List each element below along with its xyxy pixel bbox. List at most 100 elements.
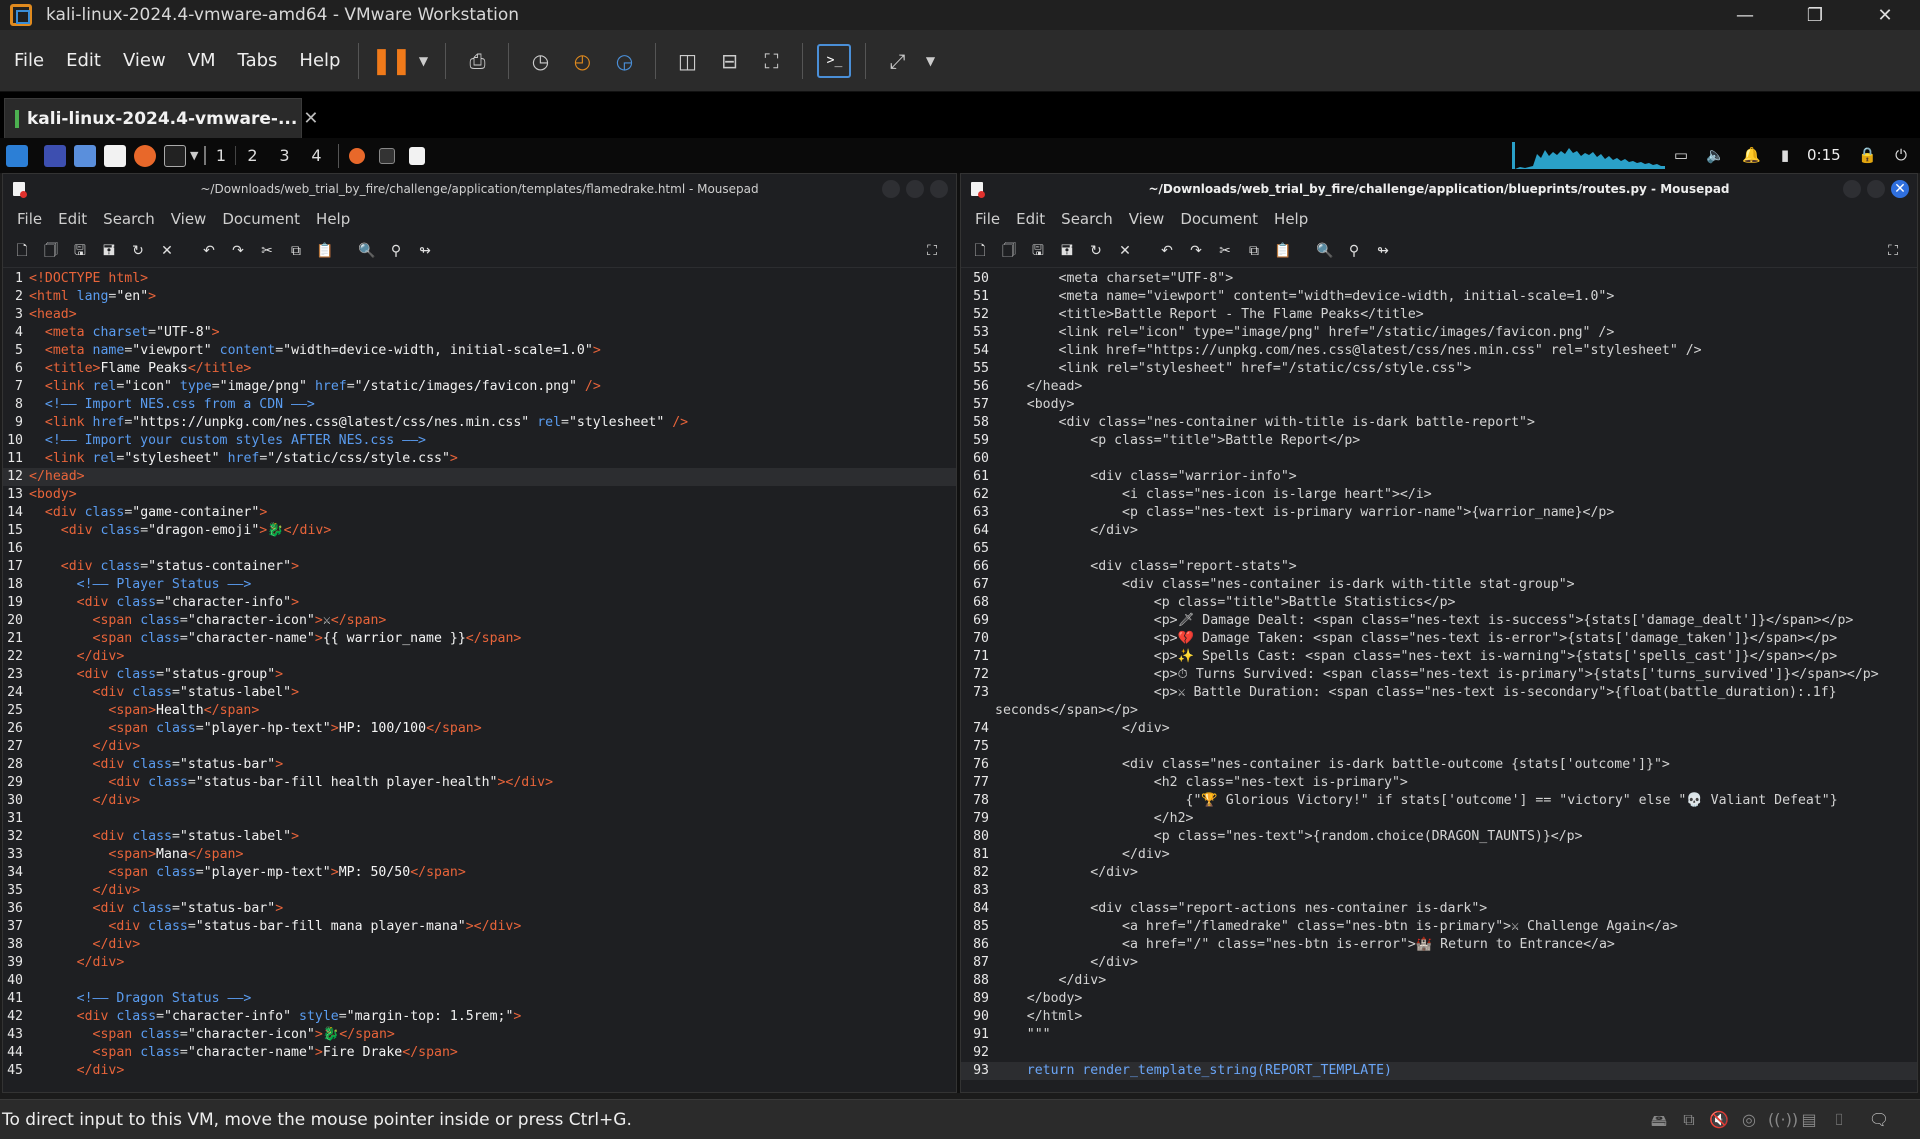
code-line[interactable]: 4 <meta charset="UTF-8"> [3, 324, 956, 342]
code-line[interactable]: 91 """ [961, 1026, 1917, 1044]
code-line[interactable]: 33 <span>Mana</span> [3, 846, 956, 864]
code-line[interactable]: 15 <div class="dragon-emoji">🐉</div> [3, 522, 956, 540]
undo-icon[interactable]: ↶ [199, 241, 219, 261]
taskbar-terminal-icon[interactable] [379, 147, 396, 164]
vm-tab[interactable]: kali-linux-2024.4-vmware-... ✕ [4, 98, 318, 138]
code-line[interactable]: 67 <div class="nes-container is-dark wit… [961, 576, 1917, 594]
cd-dvd-icon[interactable]: ◎ [1738, 1110, 1760, 1130]
code-line[interactable]: 17 <div class="status-container"> [3, 558, 956, 576]
right-menu-search[interactable]: Search [1061, 210, 1113, 228]
code-line[interactable]: 19 <div class="character-info"> [3, 594, 956, 612]
code-line[interactable]: 34 <span class="player-mp-text">MP: 50/5… [3, 864, 956, 882]
menu-tabs[interactable]: Tabs [238, 50, 278, 71]
kali-menu-icon[interactable] [6, 144, 28, 167]
workspace-4[interactable]: 4 [300, 146, 332, 165]
code-line[interactable]: 71 <p>✨ Spells Cast: <span class="nes-te… [961, 648, 1917, 666]
code-line[interactable]: seconds</span></p> [961, 702, 1917, 720]
code-line[interactable]: 41 <!—— Dragon Status ——> [3, 990, 956, 1008]
find-replace-icon[interactable]: ⚲ [1344, 241, 1364, 261]
power-icon[interactable]: ⏻ [1892, 146, 1910, 164]
code-line[interactable]: 10 <!—— Import your custom styles AFTER … [3, 432, 956, 450]
reload-icon[interactable]: ↻ [128, 241, 148, 261]
printer-icon[interactable]: ▤ [1798, 1110, 1820, 1130]
taskbar-firefox-icon[interactable] [349, 147, 366, 164]
code-line[interactable]: 51 <meta name="viewport" content="width=… [961, 288, 1917, 306]
goto-line-icon[interactable]: ↬ [1373, 241, 1393, 261]
code-line[interactable]: 20 <span class="character-icon">⚔</span> [3, 612, 956, 630]
code-line[interactable]: 38 </div> [3, 936, 956, 954]
code-line[interactable]: 21 <span class="character-name">{{ warri… [3, 630, 956, 648]
pause-dropdown-icon[interactable]: ▼ [415, 44, 431, 78]
right-close-button[interactable]: ✕ [1891, 180, 1909, 198]
code-line[interactable]: 80 <p class="nes-text">{random.choice(DR… [961, 828, 1917, 846]
display-icon[interactable]: ▭ [1672, 146, 1690, 164]
code-line[interactable]: 85 <a href="/flamedrake" class="nes-btn … [961, 918, 1917, 936]
left-menu-view[interactable]: View [171, 210, 207, 228]
full-screen-icon[interactable]: ⛶ [754, 44, 788, 78]
code-line[interactable]: 82 </div> [961, 864, 1917, 882]
thumbnail-view-icon[interactable]: ⊟ [712, 44, 746, 78]
code-line[interactable]: 16 [3, 540, 956, 558]
code-line[interactable]: 25 <span>Health</span> [3, 702, 956, 720]
right-menu-view[interactable]: View [1129, 210, 1165, 228]
message-log-icon[interactable]: 🗨 [1868, 1110, 1890, 1130]
right-maximize-button[interactable] [1867, 180, 1885, 198]
code-line[interactable]: 79 </h2> [961, 810, 1917, 828]
code-line[interactable]: 77 <h2 class="nes-text is-primary"> [961, 774, 1917, 792]
code-line[interactable]: 2 <html lang="en"> [3, 288, 956, 306]
code-line[interactable]: 5 <meta name="viewport" content="width=d… [3, 342, 956, 360]
library-view-icon[interactable]: ◫ [670, 44, 704, 78]
code-line[interactable]: 62 <i class="nes-icon is-large heart"></… [961, 486, 1917, 504]
terminal-icon[interactable] [164, 144, 186, 167]
pause-icon[interactable]: ❚❚ [371, 44, 413, 78]
send-ctrl-alt-del-icon[interactable]: ⎙ [460, 44, 494, 78]
left-menu-edit[interactable]: Edit [58, 210, 87, 228]
code-line[interactable]: 24 <div class="status-label"> [3, 684, 956, 702]
code-line[interactable]: 75 [961, 738, 1917, 756]
lock-screen-icon[interactable]: 🔒 [1858, 146, 1877, 164]
code-line[interactable]: 72 <p>⏱ Turns Survived: <span class="nes… [961, 666, 1917, 684]
code-line[interactable]: 3 <head> [3, 306, 956, 324]
code-line[interactable]: 92 [961, 1044, 1917, 1062]
code-line[interactable]: 73 <p>⚔ Battle Duration: <span class="ne… [961, 684, 1917, 702]
left-close-button[interactable] [930, 180, 948, 198]
code-line[interactable]: 27 </div> [3, 738, 956, 756]
code-line[interactable]: 54 <link href="https://unpkg.com/nes.css… [961, 342, 1917, 360]
panel-clock[interactable]: 0:15 [1807, 146, 1841, 164]
code-line[interactable]: 36 <div class="status-bar"> [3, 900, 956, 918]
code-line[interactable]: 1 <!DOCTYPE html> [3, 270, 956, 288]
code-line[interactable]: 53 <link rel="icon" type="image/png" hre… [961, 324, 1917, 342]
workspace-2[interactable]: 2 [236, 146, 268, 165]
code-line[interactable]: 57 <body> [961, 396, 1917, 414]
new-file-icon[interactable]: 🗋 [970, 241, 990, 261]
revert-snapshot-icon[interactable]: ◴ [565, 44, 599, 78]
minimize-icon[interactable]: — [1710, 0, 1780, 30]
file-manager-icon[interactable] [74, 144, 96, 167]
code-line[interactable]: 61 <div class="warrior-info"> [961, 468, 1917, 486]
code-line[interactable]: 45 </div> [3, 1062, 956, 1080]
new-window-icon[interactable]: 🗍 [999, 241, 1019, 261]
find-icon[interactable]: 🔍 [357, 241, 377, 261]
code-line[interactable]: 44 <span class="character-name">Fire Dra… [3, 1044, 956, 1062]
left-menu-file[interactable]: File [17, 210, 42, 228]
code-line[interactable]: 84 <div class="report-actions nes-contai… [961, 900, 1917, 918]
right-menu-file[interactable]: File [975, 210, 1000, 228]
goto-line-icon[interactable]: ↬ [415, 241, 435, 261]
left-menu-document[interactable]: Document [222, 210, 300, 228]
paste-icon[interactable]: 📋 [315, 241, 335, 261]
code-line[interactable]: 31 [3, 810, 956, 828]
code-line[interactable]: 60 [961, 450, 1917, 468]
code-line[interactable]: 78 {"🏆 Glorious Victory!" if stats['outc… [961, 792, 1917, 810]
left-code-area[interactable]: 1 <!DOCTYPE html> 2 <html lang="en"> 3 <head>… [3, 270, 956, 1084]
firefox-icon[interactable] [134, 144, 156, 167]
cut-icon[interactable]: ✂ [1215, 241, 1235, 261]
undo-icon[interactable]: ↶ [1157, 241, 1177, 261]
usb-icon[interactable]: ⌷ [1828, 1110, 1850, 1130]
paste-icon[interactable]: 📋 [1273, 241, 1293, 261]
close-icon[interactable]: ✕ [1850, 0, 1920, 30]
right-minimize-button[interactable] [1843, 180, 1861, 198]
code-line[interactable]: 7 <link rel="icon" type="image/png" href… [3, 378, 956, 396]
menu-help[interactable]: Help [299, 50, 340, 71]
sound-card-icon[interactable]: 🔇 [1708, 1110, 1730, 1130]
code-line[interactable]: 28 <div class="status-bar"> [3, 756, 956, 774]
